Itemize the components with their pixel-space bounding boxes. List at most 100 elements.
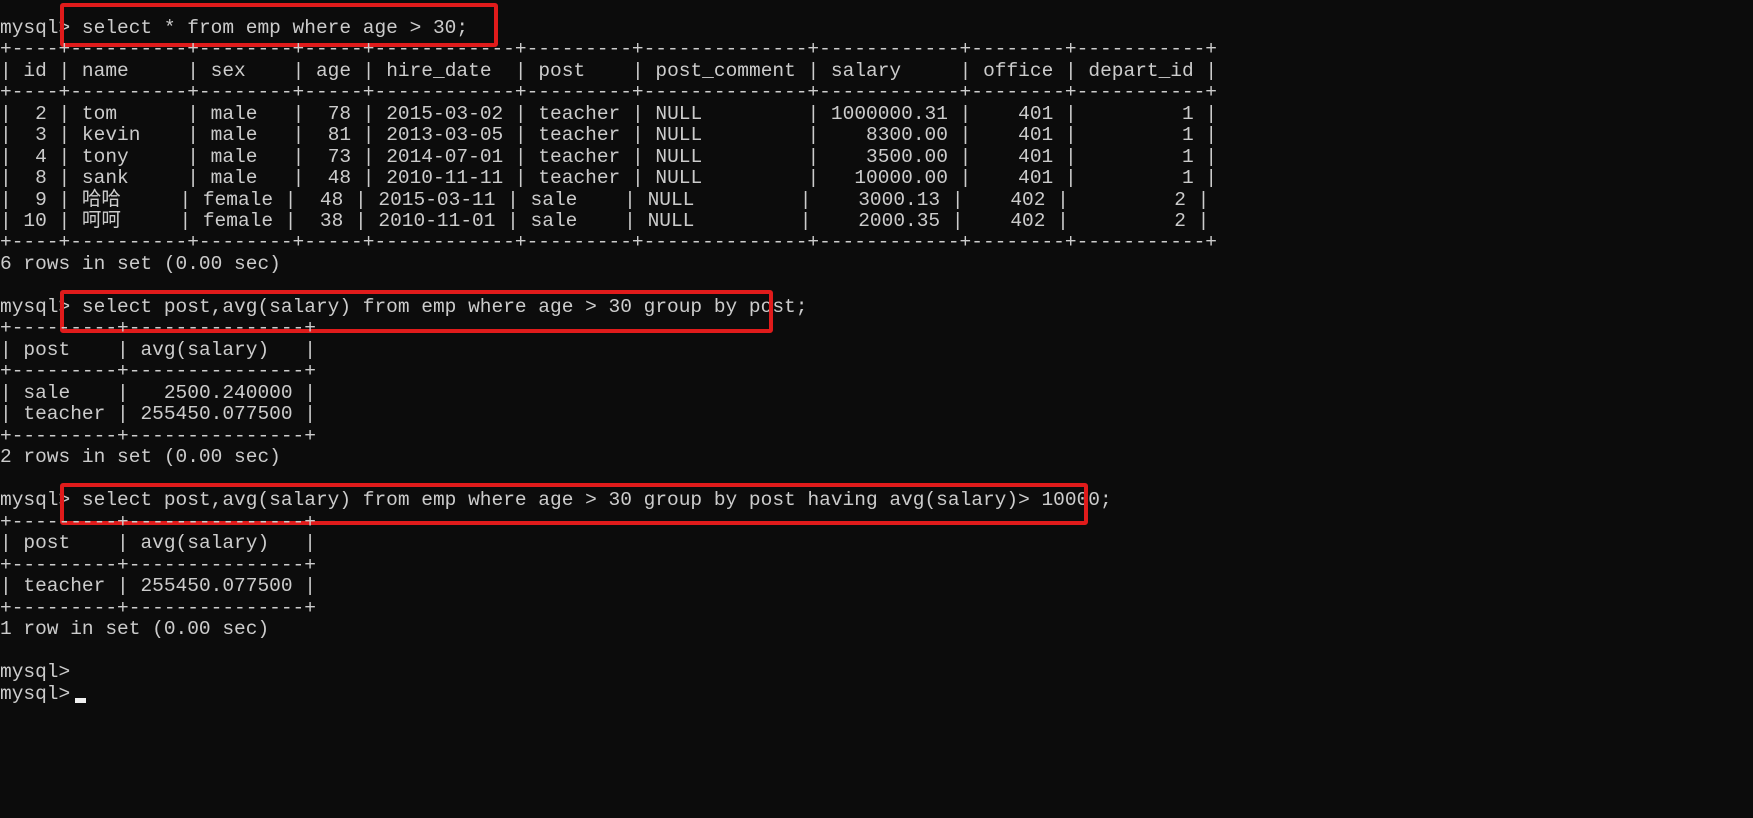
cell-id: 2	[35, 103, 47, 125]
cell-age: 81	[327, 124, 352, 146]
cell-post: teacher	[538, 124, 621, 146]
cell-sex: male	[210, 124, 258, 146]
cell-office: 401	[1018, 146, 1054, 168]
cell-sex: female	[202, 210, 274, 232]
cell-post-comment: NULL	[647, 189, 695, 211]
table-row: | teacher | 255450.077500 |	[0, 403, 316, 425]
cell-office: 401	[1018, 167, 1054, 189]
cell-post-comment: NULL	[647, 210, 695, 232]
cell-age: 48	[319, 189, 344, 211]
col-header-post: post	[23, 532, 71, 554]
prompt-line-empty: mysql>	[0, 660, 70, 684]
col-header-id: id	[23, 60, 47, 82]
cell-hire-date: 2010-11-01	[378, 210, 496, 232]
col-header-age: age	[315, 60, 352, 82]
cell-hire-date: 2015-03-11	[378, 189, 496, 211]
cell-salary: 1000000.31	[830, 103, 948, 125]
cell-post: sale	[530, 210, 578, 232]
prompt-line-active[interactable]: mysql>	[0, 682, 70, 706]
cell-salary: 10000.00	[854, 167, 948, 189]
query-text-1: select * from emp where age > 30;	[81, 17, 469, 39]
table-header-row: | post | avg(salary) |	[0, 532, 316, 554]
cell-office: 401	[1018, 103, 1054, 125]
text-cursor	[75, 698, 86, 703]
cell-name: 呵呵	[81, 210, 121, 232]
cell-post: teacher	[538, 103, 621, 125]
cell-id: 10	[23, 210, 47, 232]
table-border-mid: +----+----------+--------+-----+--------…	[0, 81, 1217, 103]
cell-post-comment: NULL	[655, 124, 703, 146]
cell-sex: male	[210, 167, 258, 189]
col-header-avg-salary: avg(salary)	[140, 532, 270, 554]
cell-post: teacher	[23, 575, 106, 597]
prompt: mysql>	[0, 17, 71, 39]
cell-post: teacher	[23, 403, 106, 425]
col-header-post: post	[538, 60, 586, 82]
cell-name: kevin	[81, 124, 141, 146]
cell-depart-id: 1	[1182, 146, 1194, 168]
query-text-2: select post,avg(salary) from emp where a…	[81, 296, 808, 318]
cell-sex: male	[210, 103, 258, 125]
cell-age: 78	[327, 103, 352, 125]
cell-office: 401	[1018, 124, 1054, 146]
cell-depart-id: 2	[1174, 189, 1186, 211]
table-row: | 8 | sank | male | 48 | 2010-11-11 | te…	[0, 167, 1218, 189]
query-line-3: mysql> select post,avg(salary) from emp …	[0, 488, 1112, 512]
cell-name: sank	[81, 167, 129, 189]
prompt: mysql>	[0, 661, 71, 683]
col-header-depart-id: depart_id	[1088, 60, 1194, 82]
cell-hire-date: 2013-03-05	[386, 124, 504, 146]
cell-avg-salary: 255450.077500	[140, 575, 293, 597]
cell-age: 73	[327, 146, 352, 168]
cell-sex: male	[210, 146, 258, 168]
prompt: mysql>	[0, 683, 71, 705]
table-row: | 3 | kevin | male | 81 | 2013-03-05 | t…	[0, 124, 1218, 146]
cell-depart-id: 1	[1182, 167, 1194, 189]
cell-post: teacher	[538, 146, 621, 168]
cell-post: sale	[23, 382, 71, 404]
result-summary-3: 1 row in set (0.00 sec)	[0, 618, 270, 640]
prompt: mysql>	[0, 296, 71, 318]
cell-post-comment: NULL	[655, 146, 703, 168]
result-summary-1: 6 rows in set (0.00 sec)	[0, 253, 281, 275]
cell-depart-id: 1	[1182, 124, 1194, 146]
cell-depart-id: 2	[1174, 210, 1186, 232]
cell-name: 哈哈	[81, 189, 121, 211]
table-border-top: +---------+---------------+	[0, 317, 316, 339]
col-header-avg-salary: avg(salary)	[140, 339, 270, 361]
cell-post: sale	[530, 189, 578, 211]
cell-name: tom	[81, 103, 118, 125]
cell-post-comment: NULL	[655, 103, 703, 125]
cell-hire-date: 2015-03-02	[386, 103, 504, 125]
table-border-mid: +---------+---------------+	[0, 360, 316, 382]
cell-office: 402	[1010, 189, 1046, 211]
cell-id: 3	[35, 124, 47, 146]
cell-salary: 8300.00	[866, 124, 948, 146]
cell-hire-date: 2014-07-01	[386, 146, 504, 168]
cell-post: teacher	[538, 167, 621, 189]
query-text-3: select post,avg(salary) from emp where a…	[81, 489, 1112, 511]
cell-avg-salary: 255450.077500	[140, 403, 293, 425]
cell-age: 38	[319, 210, 344, 232]
cell-office: 402	[1010, 210, 1046, 232]
col-header-sex: sex	[210, 60, 246, 82]
cell-id: 9	[35, 189, 47, 211]
table-row: | teacher | 255450.077500 |	[0, 575, 316, 597]
cell-salary: 3500.00	[866, 146, 948, 168]
cell-post-comment: NULL	[655, 167, 703, 189]
cell-id: 8	[35, 167, 47, 189]
col-header-hire-date: hire_date	[386, 60, 492, 82]
cell-name: tony	[81, 146, 129, 168]
table-border-bottom: +----+----------+--------+-----+--------…	[0, 231, 1217, 253]
cell-avg-salary: 2500.240000	[163, 382, 293, 404]
cell-salary: 2000.35	[858, 210, 941, 232]
cell-sex: female	[202, 189, 274, 211]
table-border-top: +----+----------+--------+-----+--------…	[0, 38, 1217, 60]
cell-id: 4	[35, 146, 47, 168]
col-header-name: name	[81, 60, 129, 82]
col-header-salary: salary	[830, 60, 902, 82]
terminal-window[interactable]: mysql> select * from emp where age > 30;…	[0, 0, 1753, 818]
col-header-post: post	[23, 339, 71, 361]
cell-hire-date: 2010-11-11	[386, 167, 504, 189]
col-header-post-comment: post_comment	[655, 60, 796, 82]
